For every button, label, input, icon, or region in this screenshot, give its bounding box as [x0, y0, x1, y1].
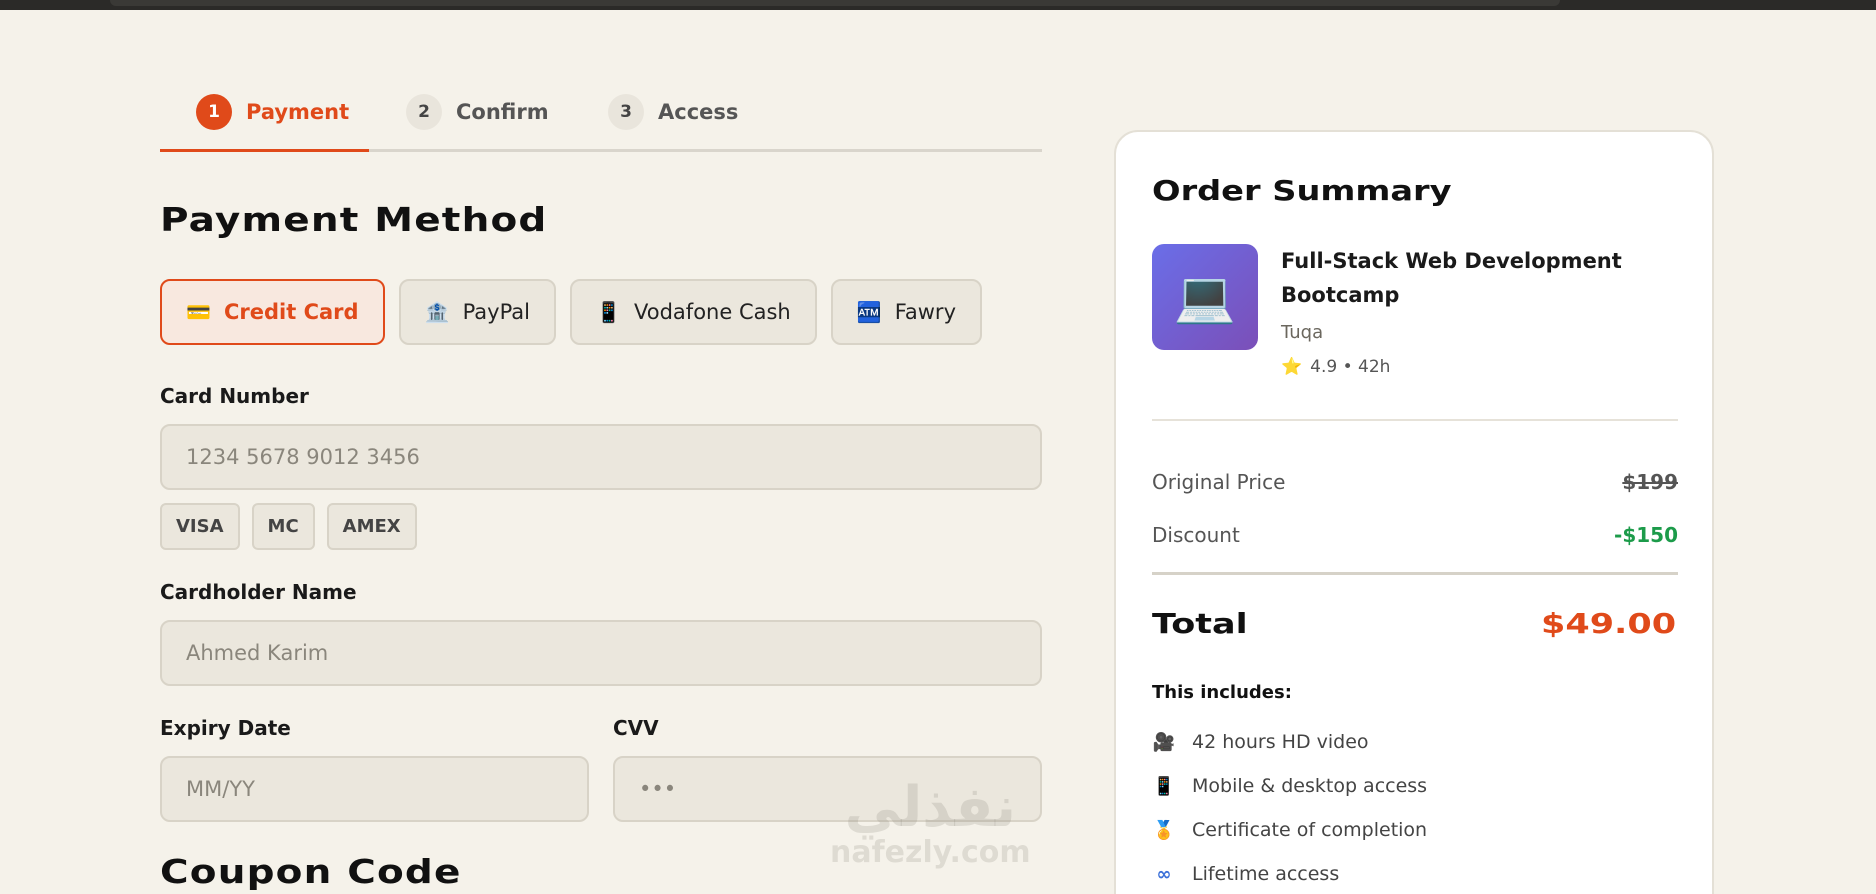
course-author: Tuqa [1281, 322, 1324, 343]
card-brand-badges: VISA MC AMEX [160, 503, 417, 550]
step-access[interactable]: 3 Access [608, 92, 738, 132]
cardholder-name-label: Cardholder Name [160, 580, 357, 604]
order-summary-card: Order Summary 💻 Full-Stack Web Developme… [1114, 130, 1714, 894]
discount-row: Discount -$150 [1152, 523, 1678, 547]
card-number-input[interactable]: 1234 5678 9012 3456 [160, 424, 1042, 490]
method-vodafone-cash-button[interactable]: 📱 Vodafone Cash [570, 279, 817, 345]
cardholder-name-input[interactable]: Ahmed Karim [160, 620, 1042, 686]
total-value: $49.00 [1540, 607, 1676, 640]
total-label: Total [1152, 607, 1248, 640]
method-fawry-button[interactable]: 🏧 Fawry [830, 279, 982, 345]
video-camera-icon: 🎥 [1152, 731, 1176, 753]
checkout-stepper: 1 Payment 2 Confirm 3 Access [160, 82, 1042, 152]
cvv-input[interactable]: ••• [613, 756, 1042, 822]
original-price-value: $199 [1622, 470, 1678, 494]
list-item: ∞ Lifetime access [1152, 852, 1427, 894]
include-text: Lifetime access [1192, 863, 1340, 885]
order-summary-title: Order Summary [1152, 174, 1452, 207]
expiry-date-label: Expiry Date [160, 716, 291, 740]
medal-icon: 🏅 [1152, 819, 1176, 841]
star-icon: ⭐ [1281, 357, 1303, 377]
coupon-code-heading: Coupon Code [160, 852, 462, 891]
list-item: 🎥 42 hours HD video [1152, 720, 1427, 764]
list-item: 📱 Mobile & desktop access [1152, 764, 1427, 808]
watermark-latin: nafezly.com [830, 835, 1031, 870]
step-confirm[interactable]: 2 Confirm [406, 92, 549, 132]
mobile-phone-icon: 📱 [1152, 775, 1176, 797]
include-text: Mobile & desktop access [1192, 775, 1428, 797]
visa-badge: VISA [160, 503, 240, 550]
method-label: Credit Card [224, 300, 359, 324]
course-rating-duration: 4.9 • 42h [1310, 357, 1391, 377]
bank-icon: 🏦 [424, 300, 450, 324]
mastercard-badge: MC [251, 503, 315, 550]
payment-method-options: 💳 Credit Card 🏦 PayPal 📱 Vodafone Cash 🏧… [160, 279, 982, 345]
expiry-date-input[interactable]: MM/YY [160, 756, 589, 822]
step-payment[interactable]: 1 Payment [196, 92, 349, 132]
laptop-icon: 💻 [1173, 267, 1237, 326]
checkout-page: 1 Payment 2 Confirm 3 Access Payment Met… [0, 10, 1876, 894]
card-number-label: Card Number [160, 384, 309, 408]
summary-divider [1152, 419, 1678, 421]
include-text: Certificate of completion [1192, 819, 1428, 841]
step-number: 1 [196, 94, 232, 130]
atm-icon: 🏧 [856, 300, 882, 324]
payment-method-heading: Payment Method [160, 200, 548, 239]
include-text: 42 hours HD video [1192, 731, 1369, 753]
original-price-row: Original Price $199 [1152, 470, 1678, 494]
step-number: 2 [406, 94, 442, 130]
step-number: 3 [608, 94, 644, 130]
method-label: PayPal [462, 300, 531, 324]
amex-badge: AMEX [326, 503, 417, 550]
browser-top-bar [0, 0, 1876, 10]
method-label: Vodafone Cash [634, 300, 791, 324]
list-item: 🏅 Certificate of completion [1152, 808, 1427, 852]
method-paypal-button[interactable]: 🏦 PayPal [398, 279, 557, 345]
course-title: Full-Stack Web Development Bootcamp [1281, 249, 1622, 307]
course-meta: ⭐ 4.9 • 42h [1281, 357, 1390, 377]
address-bar-edge [110, 0, 1560, 6]
infinity-icon: ∞ [1156, 863, 1172, 885]
discount-value: -$150 [1614, 523, 1678, 547]
course-thumbnail: 💻 [1152, 244, 1258, 350]
method-label: Fawry [894, 300, 956, 324]
includes-list: 🎥 42 hours HD video 📱 Mobile & desktop a… [1152, 720, 1427, 894]
cvv-label: CVV [613, 716, 659, 740]
step-label: Payment [246, 100, 350, 124]
discount-label: Discount [1152, 523, 1240, 547]
total-divider [1152, 572, 1678, 575]
includes-heading: This includes: [1152, 682, 1292, 703]
step-label: Confirm [456, 100, 549, 124]
step-label: Access [658, 100, 739, 124]
method-credit-card-button[interactable]: 💳 Credit Card [160, 279, 385, 345]
original-price-label: Original Price [1152, 470, 1286, 494]
active-step-indicator [160, 149, 369, 152]
mobile-phone-icon: 📱 [596, 300, 621, 324]
credit-card-icon: 💳 [186, 300, 211, 324]
